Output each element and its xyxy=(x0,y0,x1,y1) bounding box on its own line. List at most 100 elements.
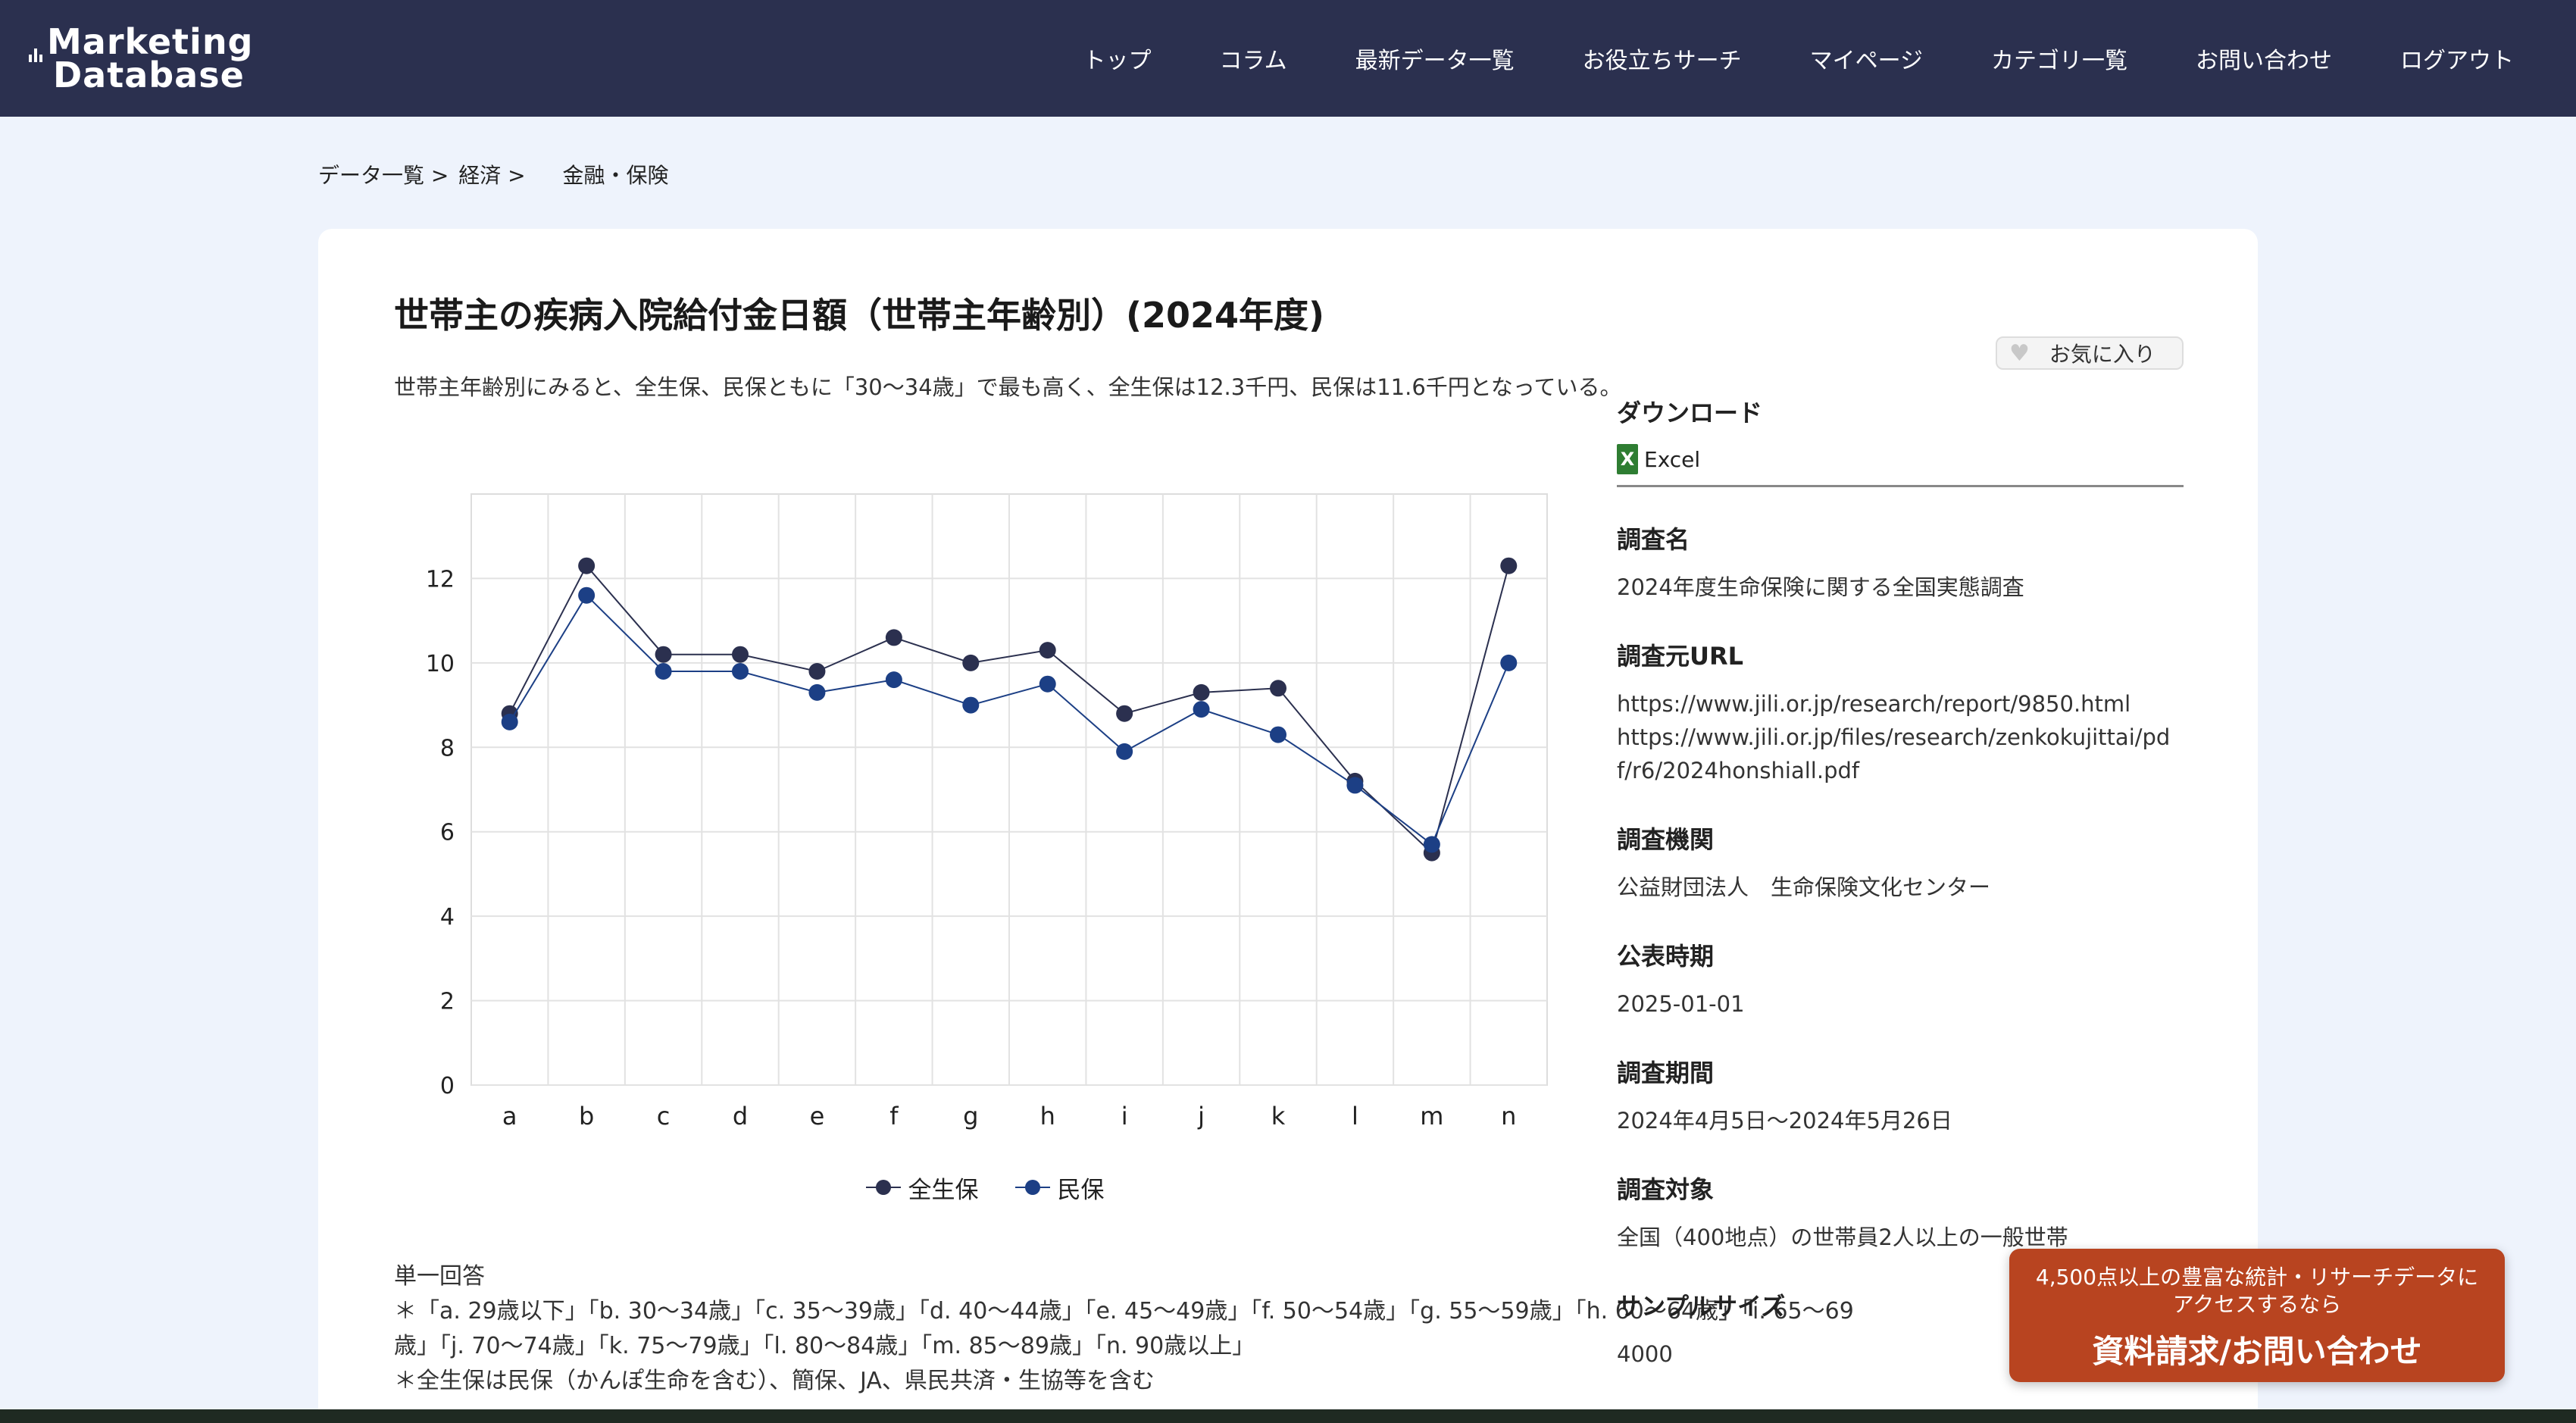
period-value: 2024年4月5日〜2024年5月26日 xyxy=(1617,1108,1952,1134)
x-tick-label: j xyxy=(1197,1102,1205,1131)
data-point-series-1 xyxy=(732,646,749,663)
target-heading: 調査対象 xyxy=(1617,1175,1715,1204)
site-logo[interactable]: Marketing Database xyxy=(27,21,253,97)
data-point-series-2 xyxy=(655,663,672,680)
data-point-series-1 xyxy=(578,557,596,574)
source-url-heading: 調査元URL xyxy=(1617,642,1744,671)
nav-column[interactable]: コラム xyxy=(1219,42,1286,75)
data-point-series-2 xyxy=(1346,777,1364,794)
breadcrumb: データ一覧 > 経済 > 金融・保険 xyxy=(318,159,672,189)
x-tick-label: d xyxy=(733,1102,748,1131)
data-point-series-1 xyxy=(655,646,672,663)
x-tick-label: i xyxy=(1121,1102,1128,1131)
survey-name-value: 2024年度生命保険に関する全国実態調査 xyxy=(1617,574,2024,600)
period-section: 調査期間 2024年4月5日〜2024年5月26日 xyxy=(1617,1054,2184,1137)
y-tick-label: 0 xyxy=(440,1073,455,1099)
x-tick-label: l xyxy=(1352,1102,1358,1131)
top-navbar: Marketing Database トップ コラム 最新データ一覧 お役立ちサ… xyxy=(0,0,2576,117)
legend-item-series-1[interactable]: 全生保 xyxy=(865,1171,979,1205)
published-heading: 公表時期 xyxy=(1617,942,1715,971)
y-tick-label: 6 xyxy=(440,820,455,846)
data-point-series-2 xyxy=(501,713,518,730)
org-section: 調査機関 公益財団法人 生命保険文化センター xyxy=(1617,821,2184,904)
data-point-series-1 xyxy=(1500,557,1518,574)
source-url-2[interactable]: https://www.jili.or.jp/files/research/ze… xyxy=(1617,721,2184,787)
data-point-series-1 xyxy=(808,663,826,680)
chart-legend: 全生保 民保 xyxy=(394,1161,1576,1214)
page-title: 世帯主の疾病入院給付金日額（世帯主年齢別）(2024年度) xyxy=(394,295,1325,336)
source-url-section: 調査元URL https://www.jili.or.jp/research/r… xyxy=(1617,637,2184,787)
logo-text-line2: Database xyxy=(53,55,245,95)
y-tick-label: 8 xyxy=(440,735,455,762)
data-point-series-1 xyxy=(1039,642,1056,659)
x-tick-label: k xyxy=(1271,1102,1286,1131)
y-tick-label: 10 xyxy=(426,651,455,677)
breadcrumb-data-list[interactable]: データ一覧 > xyxy=(318,163,455,188)
data-point-series-2 xyxy=(1116,743,1133,760)
published-value: 2025-01-01 xyxy=(1617,991,1745,1017)
nav-latest-data[interactable]: 最新データ一覧 xyxy=(1355,42,1515,75)
legend-marker-series-2 xyxy=(1014,1180,1050,1195)
nav-mypage[interactable]: マイページ xyxy=(1810,42,1923,75)
breadcrumb-economy[interactable]: 経済 > xyxy=(458,163,532,188)
legend-label-series-1: 全生保 xyxy=(908,1176,979,1204)
favorite-button[interactable]: ♥ お気に入り xyxy=(1996,336,2184,370)
y-tick-label: 12 xyxy=(426,566,455,593)
nav-contact[interactable]: お問い合わせ xyxy=(2196,42,2332,75)
data-point-series-1 xyxy=(1116,705,1133,722)
data-point-series-2 xyxy=(732,663,749,680)
org-heading: 調査機関 xyxy=(1617,825,1715,854)
bottom-strip xyxy=(0,1409,2576,1423)
data-point-series-2 xyxy=(578,586,596,604)
period-heading: 調査期間 xyxy=(1617,1059,1715,1087)
survey-name-section: 調査名 2024年度生命保険に関する全国実態調査 xyxy=(1617,521,2184,604)
data-point-series-2 xyxy=(1423,836,1440,853)
data-point-series-2 xyxy=(962,696,980,714)
heart-icon: ♥ xyxy=(2009,339,2030,367)
x-tick-label: e xyxy=(810,1102,825,1131)
y-tick-label: 4 xyxy=(440,904,455,930)
target-section: 調査対象 全国（400地点）の世帯員2人以上の一般世帯 xyxy=(1617,1171,2184,1254)
x-tick-label: b xyxy=(579,1102,594,1131)
data-point-series-2 xyxy=(1039,675,1056,693)
legend-item-series-2[interactable]: 民保 xyxy=(1014,1171,1105,1205)
excel-label: Excel xyxy=(1644,446,1701,472)
legend-marker-series-1 xyxy=(865,1180,901,1195)
org-value: 公益財団法人 生命保険文化センター xyxy=(1617,874,1991,900)
y-tick-label: 2 xyxy=(440,989,455,1015)
data-point-series-1 xyxy=(1193,683,1210,701)
source-url-1[interactable]: https://www.jili.or.jp/research/report/9… xyxy=(1617,687,2184,721)
survey-name-heading: 調査名 xyxy=(1617,525,1690,554)
content-card: 世帯主の疾病入院給付金日額（世帯主年齢別）(2024年度) 世帯主年齢別にみると… xyxy=(318,229,2258,1423)
data-point-series-2 xyxy=(808,683,826,701)
x-tick-label: h xyxy=(1040,1102,1055,1131)
cta-main-label: 資料請求/お問い合わせ xyxy=(2092,1333,2422,1370)
x-tick-label: a xyxy=(502,1102,517,1131)
cta-line-1: 4,500点以上の豊富な統計・リサーチデータに xyxy=(2035,1265,2479,1290)
data-point-series-2 xyxy=(1270,726,1286,743)
cta-line-2: アクセスするなら xyxy=(2172,1292,2342,1317)
download-heading: ダウンロード xyxy=(1617,399,1763,427)
x-tick-label: n xyxy=(1501,1102,1516,1131)
nav-logout[interactable]: ログアウト xyxy=(2400,42,2514,75)
data-point-series-1 xyxy=(885,629,902,646)
nav-search[interactable]: お役立ちサーチ xyxy=(1583,42,1742,75)
favorite-label: お気に入り xyxy=(2049,342,2156,367)
published-section: 公表時期 2025-01-01 xyxy=(1617,937,2184,1021)
data-point-series-1 xyxy=(962,654,980,671)
x-tick-label: m xyxy=(1420,1102,1443,1131)
x-tick-label: c xyxy=(657,1102,671,1131)
data-point-series-2 xyxy=(1500,654,1518,671)
nav-categories[interactable]: カテゴリ一覧 xyxy=(1991,42,2127,75)
data-point-series-2 xyxy=(1193,701,1210,718)
x-tick-label: f xyxy=(889,1102,899,1131)
cta-contact-button[interactable]: 4,500点以上の豊富な統計・リサーチデータに アクセスするなら 資料請求/お問… xyxy=(2009,1249,2505,1382)
excel-icon: X xyxy=(1617,444,1638,474)
legend-label-series-2: 民保 xyxy=(1057,1176,1105,1204)
breadcrumb-current: 金融・保険 xyxy=(562,163,669,188)
data-point-series-2 xyxy=(885,671,902,689)
nav-top[interactable]: トップ xyxy=(1083,42,1151,75)
x-tick-label: g xyxy=(963,1102,978,1131)
data-point-series-1 xyxy=(1270,680,1286,697)
excel-download-link[interactable]: X Excel xyxy=(1617,444,2184,487)
